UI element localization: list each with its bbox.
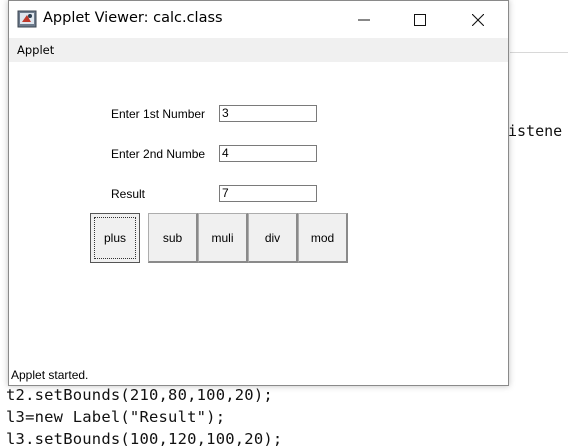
code-line: l3.setBounds(100,120,100,20); [6,430,283,448]
close-icon [472,13,484,26]
first-number-label: Enter 1st Number [111,107,206,121]
result-field[interactable]: 7 [219,185,317,202]
title-bar[interactable]: Applet Viewer: calc.class [9,1,508,38]
code-line: t2.setBounds(210,80,100,20); [6,386,273,404]
multiply-button[interactable]: muli [198,213,248,263]
code-line: l3=new Label("Result"); [6,408,226,426]
sub-button[interactable]: sub [148,213,198,263]
applet-panel: Enter 1st Number 3 Enter 2nd Numbe 4 Res… [9,62,508,365]
plus-button[interactable]: plus [90,213,140,263]
minimize-button[interactable] [335,1,393,38]
code-fragment: istene [508,122,563,140]
editor-divider [510,52,568,53]
menu-bar: Applet [9,38,508,62]
div-button[interactable]: div [248,213,298,263]
close-button[interactable] [449,1,507,38]
second-number-label: Enter 2nd Numbe [111,147,206,161]
minimize-icon [358,19,370,20]
menu-applet[interactable]: Applet [17,43,54,57]
mod-button[interactable]: mod [298,213,348,263]
result-label: Result [111,187,146,201]
window-title: Applet Viewer: calc.class [43,10,223,26]
maximize-icon [414,13,426,26]
java-applet-icon [17,10,37,28]
maximize-button[interactable] [391,1,449,38]
status-bar-text: Applet started. [11,368,89,382]
second-number-field[interactable]: 4 [219,145,317,162]
first-number-field[interactable]: 3 [219,105,317,122]
applet-window: Applet Viewer: calc.class Applet Enter 1… [8,0,509,386]
